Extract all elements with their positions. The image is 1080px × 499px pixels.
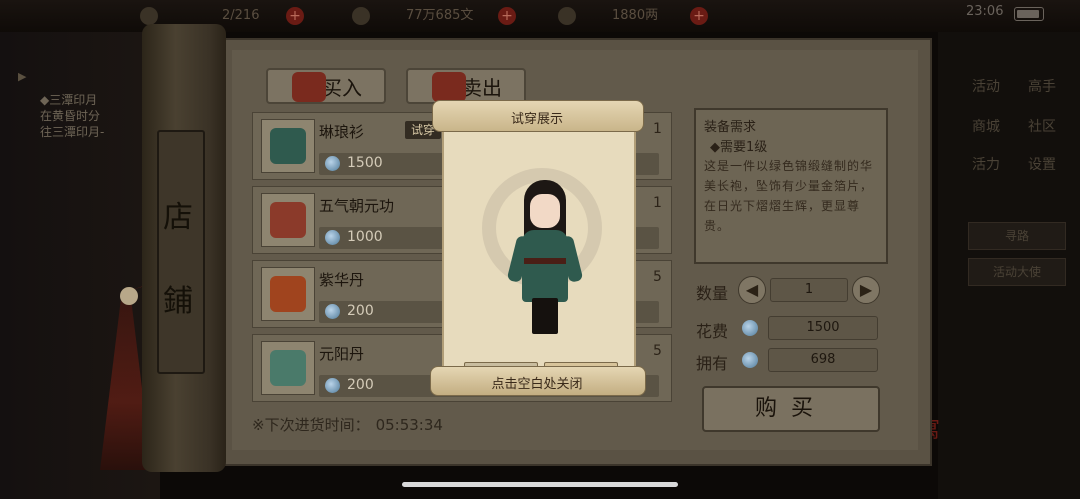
event-ambassador-button[interactable]: 活动大使 [968, 258, 1066, 286]
silver-coin-icon [325, 378, 340, 393]
stamina-value: 2/216 [222, 8, 260, 23]
item-price: 1000 [347, 229, 383, 245]
item-price: 200 [347, 377, 374, 393]
menu-item-activity[interactable]: 活动 [972, 76, 1000, 96]
silver-coin-icon [325, 304, 340, 319]
item-description-box: 装备需求 ◆需要1级 这是一件以绿色锦缎缝制的华美长袍，坠饰有少量金箔片，在日光… [694, 108, 888, 264]
silver-value: 1880两 [612, 8, 659, 23]
silver-coin-icon [742, 352, 758, 368]
decrease-qty-button[interactable]: ◀ [738, 276, 766, 304]
quest-line: 在黄昏时分 [40, 109, 101, 123]
item-qty: 5 [653, 269, 662, 285]
home-indicator[interactable] [402, 482, 678, 487]
owned-label: 拥有 [696, 354, 729, 373]
quantity-field[interactable]: 1 [770, 278, 848, 302]
character-face [530, 194, 560, 228]
stamina-icon [140, 7, 158, 25]
restock-timer: ※下次进货时间： 05:53:34 [252, 414, 443, 435]
restock-time: 05:53:34 [375, 416, 443, 434]
menu-item-community[interactable]: 社区 [1028, 116, 1056, 136]
shop-sign-char: 店 [163, 200, 193, 235]
buy-button[interactable]: 购买 [702, 386, 880, 432]
quest-line: 往三潭印月- [40, 125, 105, 139]
item-description: 这是一件以绿色锦缎缝制的华美长袍，坠饰有少量金箔片，在日光下熠熠生辉，更显尊贵。 [704, 159, 874, 233]
item-qty: 1 [653, 121, 662, 137]
coin-value: 77万685文 [406, 8, 474, 23]
clock: 23:06 [966, 4, 1004, 19]
item-name: 五气朝元功 [319, 197, 395, 215]
character-legs [532, 298, 558, 334]
bead-decoration [120, 287, 138, 305]
add-coin-button[interactable]: + [498, 7, 516, 25]
popup-body: 男 女 [442, 128, 636, 390]
item-name: 琳琅衫 [319, 123, 365, 141]
shop-sign [157, 130, 205, 374]
shop-sign-char: 鋪 [163, 284, 193, 319]
quest-title: ◆三潭印月 [40, 93, 98, 107]
pathfind-button[interactable]: 寻路 [968, 222, 1066, 250]
quest-tracker[interactable]: ◆三潭印月 在黄昏时分 往三潭印月- [40, 92, 104, 140]
add-stamina-button[interactable]: + [286, 7, 304, 25]
add-silver-button[interactable]: + [690, 7, 708, 25]
buy-tab-icon [292, 72, 326, 102]
silver-coin-icon [742, 320, 758, 336]
item-price: 200 [347, 303, 374, 319]
increase-qty-button[interactable]: ▶ [852, 276, 880, 304]
item-qty: 1 [653, 195, 662, 211]
manual-book-icon [261, 193, 315, 247]
cost-value: 1500 [768, 316, 878, 340]
item-name: 紫华丹 [319, 271, 365, 289]
item-price: 1500 [347, 155, 383, 171]
popup-title: 试穿展示 [510, 112, 563, 127]
pill-furnace-icon [261, 267, 315, 321]
requirement-title: 装备需求 [704, 120, 757, 135]
right-menu: 活动 高手 商城 社区 活力 设置 寻路 活动大使 [938, 32, 1080, 499]
menu-item-settings[interactable]: 设置 [1028, 154, 1056, 174]
pill-jar-icon [261, 341, 315, 395]
battery-icon [1014, 7, 1044, 21]
menu-item-masters[interactable]: 高手 [1028, 76, 1056, 96]
quantity-label: 数量 [696, 284, 729, 303]
robe-icon [261, 119, 315, 173]
try-on-popup: 男 女 试穿展示 点击空白处关闭 [430, 96, 646, 396]
character-robe [522, 230, 568, 302]
coin-icon [352, 7, 370, 25]
owned-value: 698 [768, 348, 878, 372]
close-hint[interactable]: 点击空白处关闭 [430, 373, 644, 392]
requirement-level: ◆需要1级 [710, 140, 768, 155]
item-qty: 5 [653, 343, 662, 359]
cost-label: 花费 [696, 322, 729, 341]
item-name: 元阳丹 [319, 345, 365, 363]
menu-item-vitality[interactable]: 活力 [972, 154, 1000, 174]
tab-buy-label: 买入 [322, 76, 362, 100]
silver-icon [558, 7, 576, 25]
tab-buy[interactable]: 买入 [266, 68, 386, 104]
menu-item-mall[interactable]: 商城 [972, 116, 1000, 136]
silver-coin-icon [325, 230, 340, 245]
restock-label: ※下次进货时间： [252, 416, 370, 434]
character-belt [524, 258, 566, 264]
silver-coin-icon [325, 156, 340, 171]
expand-arrow-icon[interactable]: ▶ [18, 70, 26, 83]
